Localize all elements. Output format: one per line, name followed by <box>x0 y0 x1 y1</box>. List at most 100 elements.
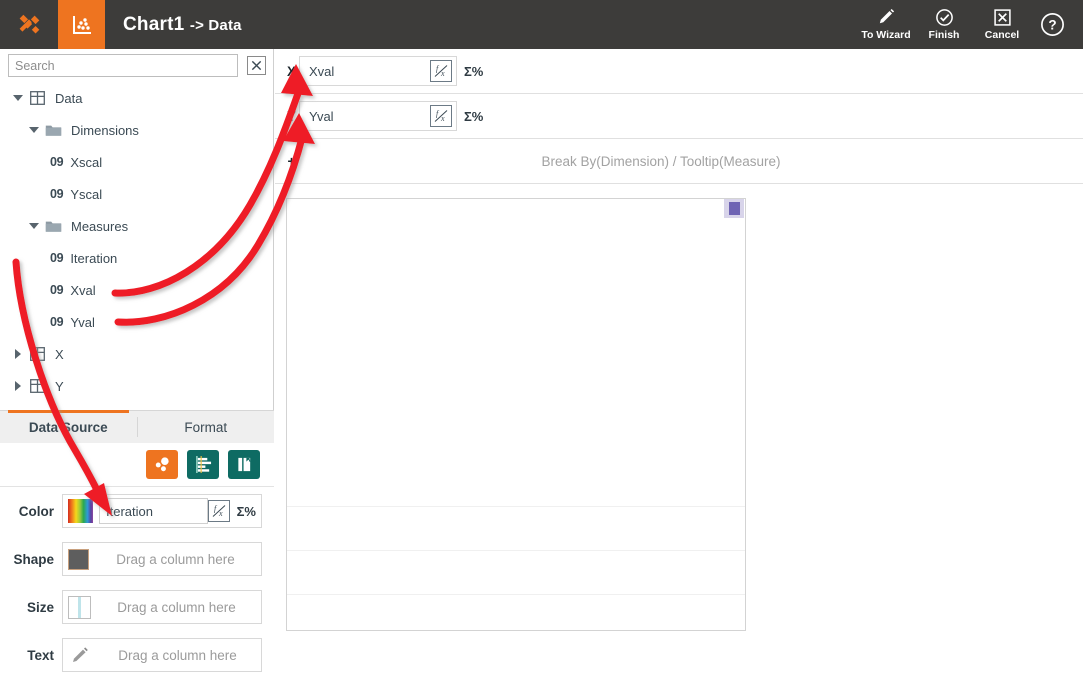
purple-square-marker[interactable] <box>729 202 740 215</box>
tree-item-y-table[interactable]: Y <box>0 370 274 402</box>
number-icon: 09 <box>50 251 64 265</box>
tree-item-iteration[interactable]: 09 Iteration <box>0 242 274 274</box>
tree-item-xscal[interactable]: 09 Xscal <box>0 146 274 178</box>
finish-button[interactable]: Finish <box>915 0 973 49</box>
field-tree: Data Dimensions 09 Xscal 09 Yscal Measur… <box>0 82 274 402</box>
svg-text:x: x <box>218 509 223 518</box>
fx-icon[interactable]: f x <box>207 500 230 522</box>
tree-item-xval[interactable]: 09 Xval <box>0 274 274 306</box>
rainbow-gradient-swatch[interactable] <box>68 499 93 523</box>
gray-square-swatch[interactable] <box>68 548 89 570</box>
mark-row-color: Color Iteration f x Σ% <box>0 487 274 535</box>
tree-item-yval[interactable]: 09 Yval <box>0 306 274 338</box>
page-flip-button[interactable] <box>228 450 260 479</box>
tree-item-label: Xscal <box>70 154 103 170</box>
tab-data-source[interactable]: Data Source <box>0 410 137 443</box>
tree-item-yscal[interactable]: 09 Yscal <box>0 178 274 210</box>
bubble-chart-button[interactable] <box>146 450 178 479</box>
table-icon <box>26 91 48 105</box>
title-suffix: -> Data <box>189 16 242 34</box>
mark-label: Color <box>18 503 54 519</box>
tree-item-measures[interactable]: Measures <box>0 210 274 242</box>
shelf-breakby[interactable]: + Break By(Dimension) / Tooltip(Measure) <box>275 139 1083 184</box>
size-mark-field[interactable]: Drag a column here <box>62 590 262 624</box>
svg-text:x: x <box>440 69 445 78</box>
y-aggregate-icon[interactable]: Σ% <box>464 109 483 124</box>
pencil-icon[interactable] <box>68 644 93 666</box>
cancel-button[interactable]: Cancel <box>973 0 1031 49</box>
tree-item-label: Y <box>55 378 64 394</box>
tree-item-data[interactable]: Data <box>0 82 274 114</box>
chart-canvas[interactable] <box>286 198 746 631</box>
page-flip-icon <box>237 457 251 472</box>
cancel-label: Cancel <box>984 29 1020 42</box>
chevron-down-icon[interactable] <box>26 127 42 133</box>
header-actions: To Wizard Finish Cancel ? <box>857 0 1083 49</box>
tree-item-x-table[interactable]: X <box>0 338 274 370</box>
to-wizard-label: To Wizard <box>861 29 911 42</box>
svg-text:f: f <box>214 504 218 513</box>
tree-item-label: X <box>55 346 64 362</box>
clear-search-button[interactable] <box>247 56 266 75</box>
app-logo[interactable] <box>0 0 58 49</box>
fx-icon[interactable]: f x <box>430 60 452 82</box>
tree-item-label: Data <box>55 90 83 106</box>
tab-format[interactable]: Format <box>138 411 275 443</box>
tree-item-label: Yscal <box>70 186 103 202</box>
shelf-add-icon[interactable]: + <box>284 154 299 169</box>
mark-label: Text <box>27 647 54 663</box>
text-mark-field[interactable]: Drag a column here <box>62 638 262 672</box>
finish-label: Finish <box>928 29 960 42</box>
tree-item-label: Xval <box>70 282 96 298</box>
data-source-panel: Data Dimensions 09 Xscal 09 <box>0 49 274 682</box>
tree-item-label: Dimensions <box>71 122 139 138</box>
search-input[interactable] <box>8 54 238 77</box>
tab-label: Format <box>184 419 228 435</box>
color-field-value[interactable]: Iteration <box>99 498 208 524</box>
canvas-gridline <box>287 594 745 595</box>
aggregate-icon[interactable]: Σ% <box>237 504 256 519</box>
x-shelf-value[interactable]: Xval <box>304 64 430 79</box>
app-header: Chart1 -> Data To Wizard Finish Cancel ? <box>0 0 1083 49</box>
x-shelf-field[interactable]: Xval f x <box>299 56 457 86</box>
page-title: Chart1 -> Data <box>123 14 242 36</box>
text-field-placeholder: Drag a column here <box>118 647 237 663</box>
x-aggregate-icon[interactable]: Σ% <box>464 64 483 79</box>
x-box-icon <box>993 9 1011 26</box>
folder-icon <box>42 123 64 137</box>
chart-type-indicator[interactable] <box>58 0 105 49</box>
fx-icon[interactable]: f x <box>430 105 452 127</box>
table-icon <box>26 379 48 393</box>
tree-item-label: Yval <box>70 314 95 330</box>
search-row <box>0 49 274 82</box>
canvas-gridline <box>287 506 745 507</box>
svg-text:x: x <box>440 114 445 123</box>
shelf-y: Y Yval f x Σ% <box>275 94 1083 139</box>
bar-chart-button[interactable] <box>187 450 219 479</box>
color-mark-field[interactable]: Iteration f x Σ% <box>62 494 262 528</box>
chevron-right-icon[interactable] <box>10 381 26 391</box>
canvas-gridline <box>287 550 745 551</box>
size-field-placeholder: Drag a column here <box>117 599 236 615</box>
chevron-down-icon[interactable] <box>26 223 42 229</box>
svg-text:f: f <box>436 109 440 118</box>
mark-label: Size <box>26 599 54 615</box>
size-bar-swatch[interactable] <box>68 595 91 619</box>
chevron-down-icon[interactable] <box>10 95 26 101</box>
to-wizard-button[interactable]: To Wizard <box>857 0 915 49</box>
chevron-right-icon[interactable] <box>10 349 26 359</box>
number-icon: 09 <box>50 283 64 297</box>
mark-label: Shape <box>13 551 54 567</box>
folder-icon <box>42 219 64 233</box>
help-button[interactable]: ? <box>1035 0 1069 49</box>
svg-text:?: ? <box>1048 18 1056 33</box>
shape-mark-field[interactable]: Drag a column here <box>62 542 262 576</box>
scatter-plot-icon <box>72 15 91 34</box>
tree-item-dimensions[interactable]: Dimensions <box>0 114 274 146</box>
chart-canvas-wrap <box>275 184 1083 631</box>
tree-item-label: Iteration <box>70 250 118 266</box>
y-shelf-field[interactable]: Yval f x <box>299 101 457 131</box>
mark-row-shape: Shape Drag a column here <box>0 535 274 583</box>
y-shelf-value[interactable]: Yval <box>304 109 430 124</box>
chart-shelves-panel: X Xval f x Σ% Y Yval f x Σ% + Break By(D… <box>275 49 1083 682</box>
